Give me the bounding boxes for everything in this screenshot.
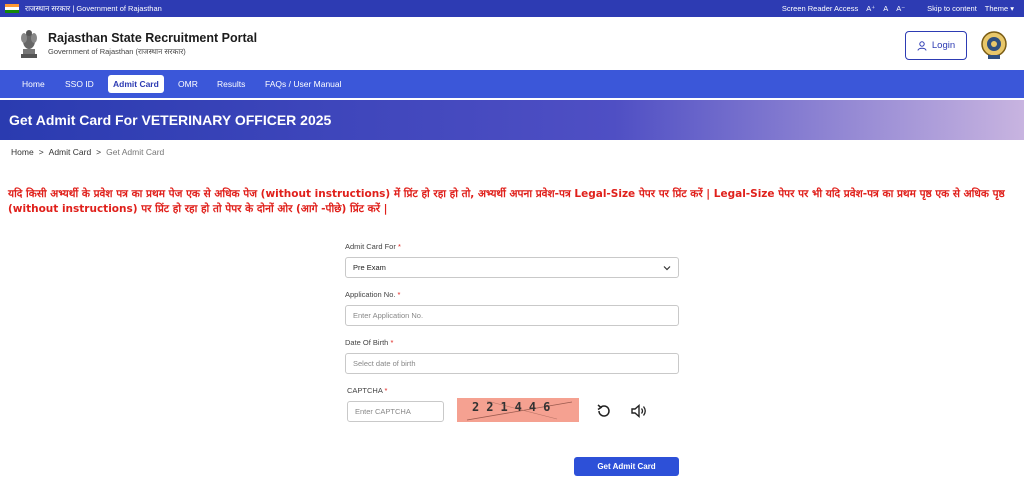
dob-input[interactable]: Select date of birth [345,353,679,374]
india-flag-icon [5,4,19,13]
application-no-input[interactable]: Enter Application No. [345,305,679,326]
user-icon [917,40,927,51]
page-title: Get Admit Card For VETERINARY OFFICER 20… [9,112,332,128]
login-label: Login [931,40,956,51]
breadcrumb-admit-card[interactable]: Admit Card [49,147,92,157]
admit-card-for-label: Admit Card For * [345,242,401,251]
theme-dropdown[interactable]: Theme ▾ [985,4,1014,13]
chevron-down-icon [663,265,671,270]
government-text: राजस्थान सरकार | Government of Rajasthan [25,4,162,13]
nav-omr[interactable]: OMR [174,75,202,93]
portal-title: Rajasthan State Recruitment Portal [48,31,258,45]
main-navigation: Home SSO ID Admit Card OMR Results FAQs … [0,70,1024,98]
rpsc-seal-icon [981,31,1007,59]
breadcrumb-separator: > [96,147,102,157]
page-title-banner: Get Admit Card For VETERINARY OFFICER 20… [0,100,1024,140]
state-emblem-icon [21,30,37,58]
font-normal-button[interactable]: A [883,4,888,13]
captcha-input[interactable]: Enter CAPTCHA [347,401,444,422]
nav-home[interactable]: Home [18,75,49,93]
admit-card-for-value: Pre Exam [353,263,386,272]
breadcrumb-home[interactable]: Home [11,147,34,157]
print-instructions-notice: यदि किसी अभ्यर्थी के प्रवेश पत्र का प्रथ… [8,188,1005,215]
captcha-label: CAPTCHA * [347,386,388,395]
portal-subtitle: Government of Rajasthan (राजस्थान सरकार) [48,47,186,56]
application-no-placeholder: Enter Application No. [353,311,424,320]
login-button[interactable]: Login [905,31,967,60]
captcha-placeholder: Enter CAPTCHA [355,407,411,416]
site-header: Rajasthan State Recruitment Portal Gover… [0,17,1024,70]
refresh-captcha-icon[interactable] [595,402,613,420]
skip-to-content-link[interactable]: Skip to content [927,4,977,13]
nav-sso-id[interactable]: SSO ID [61,75,98,93]
admit-card-for-select[interactable]: Pre Exam [345,257,679,278]
captcha-code: 221446 [472,400,558,414]
font-decrease-button[interactable]: A⁻ [896,4,905,13]
font-increase-button[interactable]: A⁺ [866,4,875,13]
breadcrumb: Home > Admit Card > Get Admit Card [11,147,164,157]
top-utility-bar: राजस्थान सरकार | Government of Rajasthan… [0,0,1024,17]
nav-faqs[interactable]: FAQs / User Manual [261,75,346,93]
get-admit-card-button[interactable]: Get Admit Card [574,457,679,476]
breadcrumb-separator: > [38,147,44,157]
captcha-image: 221446 [457,398,579,422]
breadcrumb-current: Get Admit Card [106,147,165,157]
nav-results[interactable]: Results [213,75,249,93]
audio-captcha-icon[interactable] [630,402,648,420]
application-no-label: Application No. * [345,290,401,299]
screen-reader-link[interactable]: Screen Reader Access [782,4,858,13]
nav-admit-card[interactable]: Admit Card [108,75,164,93]
dob-label: Date Of Birth * [345,338,394,347]
dob-placeholder: Select date of birth [353,359,416,368]
